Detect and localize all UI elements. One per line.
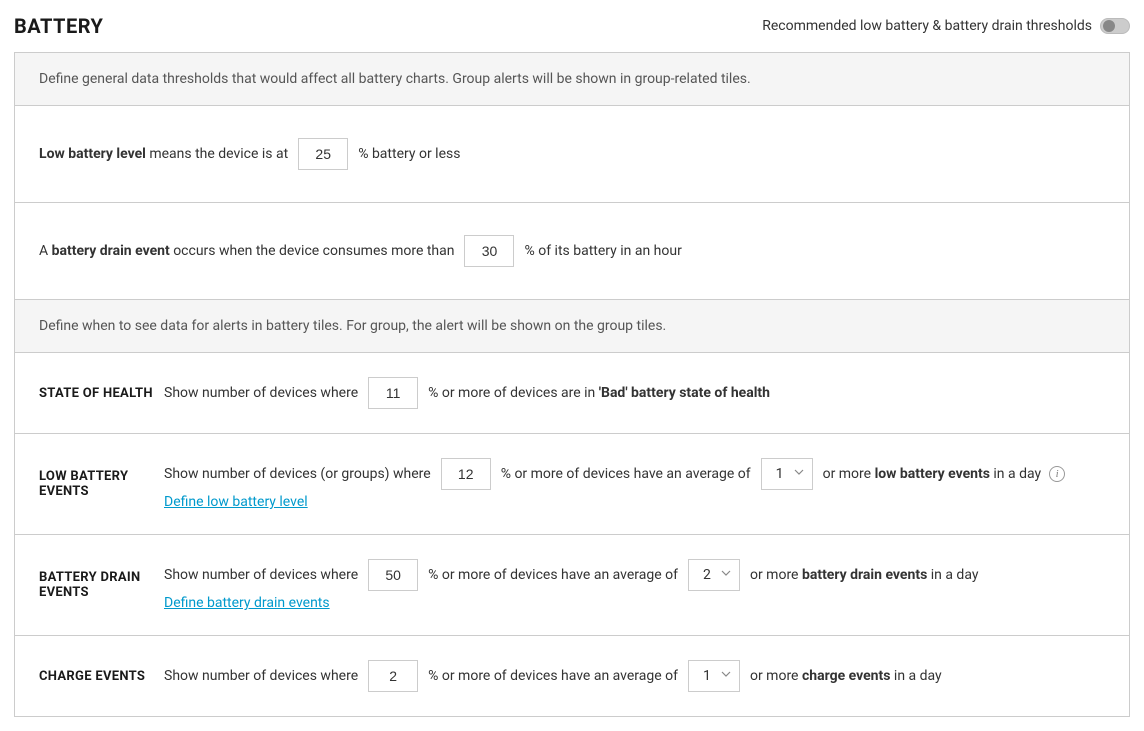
- ce-mid: % or more of devices have an average of: [428, 668, 678, 684]
- define-low-battery-link[interactable]: Define low battery level: [164, 494, 308, 510]
- soh-suffix-plain: % or more of devices are in: [428, 385, 599, 401]
- ce-prefix: Show number of devices where: [164, 668, 358, 684]
- lbe-suffix1: or more: [823, 466, 875, 482]
- define-battery-drain-link[interactable]: Define battery drain events: [164, 595, 330, 611]
- low-battery-suffix: % battery or less: [358, 146, 460, 162]
- low-battery-events-row: LOW BATTERY EVENTS Show number of device…: [15, 434, 1129, 535]
- battery-drain-events-row: BATTERY DRAIN EVENTS Show number of devi…: [15, 535, 1129, 636]
- state-of-health-label: STATE OF HEALTH: [39, 386, 164, 401]
- bde-select-value: 2: [703, 567, 711, 583]
- battery-drain-events-input[interactable]: [368, 559, 418, 591]
- bde-suffix-bold: battery drain events: [802, 567, 927, 583]
- recommended-toggle-label: Recommended low battery & battery drain …: [762, 18, 1092, 34]
- chevron-down-icon: [721, 671, 731, 681]
- lbe-mid: % or more of devices have an average of: [501, 466, 751, 482]
- ce-select-value: 1: [703, 668, 711, 684]
- state-of-health-input[interactable]: [368, 377, 418, 409]
- charge-events-label: CHARGE EVENTS: [39, 669, 164, 684]
- recommended-toggle-group: Recommended low battery & battery drain …: [762, 18, 1130, 34]
- low-battery-events-label: LOW BATTERY EVENTS: [39, 469, 164, 499]
- low-battery-events-input[interactable]: [441, 458, 491, 490]
- lbe-suffix2: in a day: [990, 466, 1041, 482]
- chevron-down-icon: [794, 469, 804, 479]
- page-title: BATTERY: [14, 14, 103, 38]
- ce-suffix2: in a day: [890, 668, 941, 684]
- charge-events-select[interactable]: 1: [688, 660, 740, 692]
- drain-suffix: % of its battery in an hour: [524, 243, 681, 259]
- low-battery-level-input[interactable]: [298, 138, 348, 170]
- ce-suffix1: or more: [750, 668, 802, 684]
- lbe-prefix: Show number of devices (or groups) where: [164, 466, 431, 482]
- alerts-intro: Define when to see data for alerts in ba…: [15, 300, 1129, 353]
- state-of-health-row: STATE OF HEALTH Show number of devices w…: [15, 353, 1129, 434]
- recommended-toggle[interactable]: [1100, 18, 1130, 34]
- info-icon[interactable]: i: [1049, 466, 1065, 482]
- battery-drain-event-row: A battery drain event occurs when the de…: [15, 203, 1129, 300]
- low-battery-events-select[interactable]: 1: [761, 458, 813, 490]
- bde-suffix2: in a day: [927, 567, 978, 583]
- battery-drain-events-select[interactable]: 2: [688, 559, 740, 591]
- soh-suffix-bold: 'Bad' battery state of health: [599, 385, 770, 401]
- low-battery-mid-text: means the device is at: [146, 146, 288, 162]
- drain-mid-text: occurs when the device consumes more tha…: [170, 243, 455, 259]
- bde-mid: % or more of devices have an average of: [428, 567, 678, 583]
- drain-label: battery drain event: [52, 243, 170, 259]
- charge-events-input[interactable]: [368, 660, 418, 692]
- battery-settings-panel: Define general data thresholds that woul…: [14, 52, 1130, 717]
- low-battery-level-row: Low battery level means the device is at…: [15, 106, 1129, 203]
- lbe-suffix-bold: low battery events: [875, 466, 990, 482]
- battery-drain-events-label: BATTERY DRAIN EVENTS: [39, 570, 164, 600]
- soh-prefix: Show number of devices where: [164, 385, 358, 401]
- ce-suffix-bold: charge events: [802, 668, 890, 684]
- battery-drain-input[interactable]: [464, 235, 514, 267]
- lbe-select-value: 1: [776, 466, 784, 482]
- bde-suffix1: or more: [750, 567, 802, 583]
- chevron-down-icon: [721, 570, 731, 580]
- bde-prefix: Show number of devices where: [164, 567, 358, 583]
- general-intro: Define general data thresholds that woul…: [15, 53, 1129, 106]
- low-battery-label: Low battery level: [39, 146, 146, 162]
- drain-prefix: A: [39, 243, 52, 259]
- charge-events-row: CHARGE EVENTS Show number of devices whe…: [15, 636, 1129, 716]
